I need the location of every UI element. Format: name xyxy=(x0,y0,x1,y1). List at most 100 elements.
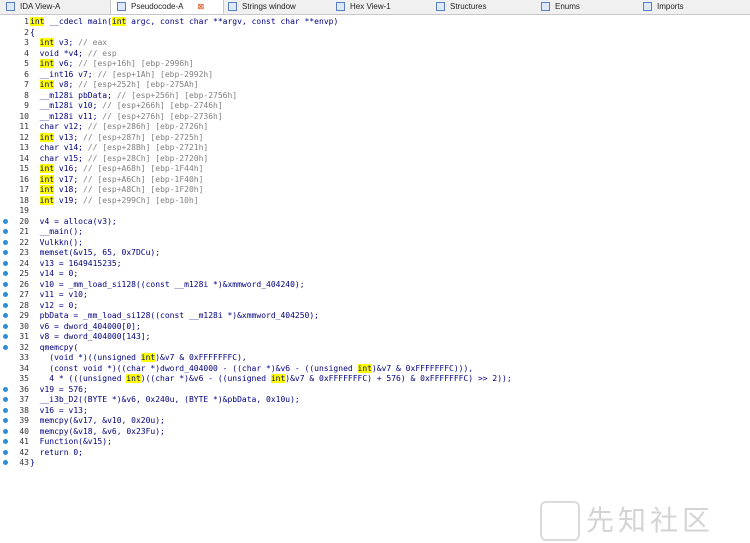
code-token: __m128i v10; xyxy=(30,101,103,110)
code-token: v10 = _mm_load_si128((const __m128i *)&x… xyxy=(30,279,305,289)
code-line[interactable]: int v19; // [esp+299Ch] [ebp-10h] xyxy=(30,195,199,205)
code-line[interactable]: v10 = _mm_load_si128((const __m128i *)&x… xyxy=(30,280,305,289)
breakpoint-dot-icon[interactable] xyxy=(3,439,8,444)
code-token: memcpy(&v17, &v10, 0x20u); xyxy=(30,416,165,425)
code-line[interactable]: int v18; // [esp+A8Ch] [ebp-1F20h] xyxy=(30,185,203,194)
breakpoint-dot-icon[interactable] xyxy=(3,449,8,455)
tab-imports[interactable]: Imports xyxy=(637,0,737,14)
line-number: 19 xyxy=(19,206,29,215)
line-number: 22 xyxy=(19,237,29,247)
code-line[interactable]: Vulkkn(); xyxy=(30,238,83,247)
keyword-token: int xyxy=(140,353,156,362)
keyword-token: int xyxy=(39,59,55,68)
code-line[interactable]: char v12; // [esp+286h] [ebp-2726h] xyxy=(30,122,209,131)
code-line[interactable]: v19 = 576; xyxy=(30,385,88,394)
code-line[interactable]: memset(&v15, 65, 0x7DCu); xyxy=(30,248,160,257)
line-number: 28 xyxy=(19,300,29,310)
tab-label: Strings window xyxy=(242,2,296,11)
code-line[interactable]: v16 = v13; xyxy=(30,406,88,415)
breakpoint-dot-icon[interactable] xyxy=(3,229,8,234)
line-number: 32 xyxy=(19,342,29,352)
code-line[interactable]: int v17; // [esp+A6Ch] [ebp-1F40h] xyxy=(30,174,203,184)
tab-pseudocode-a[interactable]: Pseudocode-A ⊠ xyxy=(110,0,224,14)
breakpoint-dot-icon[interactable] xyxy=(3,218,8,224)
code-line[interactable]: pbData = _mm_load_si128((const __m128i *… xyxy=(30,311,319,320)
code-line[interactable]: int v13; // [esp+287h] [ebp-2725h] xyxy=(30,132,203,142)
breakpoint-dot-icon[interactable] xyxy=(3,397,8,402)
line-number: 41 xyxy=(19,437,29,446)
code-line[interactable]: memcpy(&v17, &v10, 0x20u); xyxy=(30,416,165,425)
code-line[interactable]: v8 = dword_404000[143]; xyxy=(30,332,151,341)
code-line[interactable]: int v3; // eax xyxy=(30,38,107,47)
line-number: 40 xyxy=(19,426,29,436)
close-icon[interactable]: ⊠ xyxy=(197,0,204,14)
breakpoint-dot-icon[interactable] xyxy=(3,302,8,308)
code-line[interactable]: v11 = v10; xyxy=(30,290,88,299)
code-line[interactable]: __i3b_D2((BYTE *)&v6, 0x240u, (BYTE *)&p… xyxy=(30,395,300,404)
code-line[interactable]: v12 = 0; xyxy=(30,300,79,310)
breakpoint-dot-icon[interactable] xyxy=(3,386,8,392)
comment-token: // [esp+28Ch] [ebp-2720h] xyxy=(87,153,209,163)
code-line[interactable]: v14 = 0; xyxy=(30,269,79,278)
code-line[interactable]: v4 = alloca(v3); xyxy=(30,217,117,226)
code-token: memset(&v15, 65, 0x7DCu); xyxy=(30,248,161,257)
code-line[interactable]: memcpy(&v18, &v6, 0x23Fu); xyxy=(30,427,165,436)
code-line[interactable]: v6 = dword_404000[0]; xyxy=(30,322,141,331)
comment-token: // [esp+1Ah] [ebp-2992h] xyxy=(97,69,214,79)
breakpoint-dot-icon[interactable] xyxy=(3,323,8,329)
breakpoint-dot-icon[interactable] xyxy=(3,260,8,266)
breakpoint-dot-icon[interactable] xyxy=(3,334,8,339)
keyword-token: int xyxy=(111,17,127,26)
imports-icon xyxy=(643,2,652,12)
watermark-logo-icon xyxy=(540,501,580,541)
code-line[interactable]: int v16; // [esp+A68h] [ebp-1F44h] xyxy=(30,164,203,173)
code-line[interactable]: } xyxy=(30,458,35,467)
code-line[interactable]: Function(&v15); xyxy=(30,437,112,446)
code-line[interactable]: (const void *)((char *)dword_404000 - ((… xyxy=(30,363,473,373)
code-line[interactable]: int v6; // [esp+16h] [ebp-2996h] xyxy=(30,59,194,68)
keyword-token: int xyxy=(30,17,45,26)
tab-strings-window[interactable]: Strings window xyxy=(222,0,330,14)
code-line[interactable]: qmemcpy( xyxy=(30,343,79,352)
code-line[interactable]: __m128i pbData; // [esp+256h] [ebp-2756h… xyxy=(30,90,238,100)
comment-token: // [esp+A68h] [ebp-1F44h] xyxy=(83,164,204,173)
code-line[interactable]: int v8; // [esp+252h] [ebp-275Ah] xyxy=(30,80,199,89)
code-token: v16; xyxy=(54,164,83,173)
breakpoint-dot-icon[interactable] xyxy=(3,418,8,423)
breakpoint-dot-icon[interactable] xyxy=(3,271,8,276)
code-token: v12 = 0; xyxy=(30,300,79,310)
breakpoint-dot-icon[interactable] xyxy=(3,344,8,350)
code-line[interactable]: int __cdecl main(int argc, const char **… xyxy=(30,17,338,26)
tab-hex-view-1[interactable]: Hex View-1 xyxy=(330,0,430,14)
code-line[interactable]: __int16 v7; // [esp+1Ah] [ebp-2992h] xyxy=(30,70,213,79)
breakpoint-dot-icon[interactable] xyxy=(3,250,8,255)
code-line[interactable]: __main(); xyxy=(30,227,83,236)
code-line[interactable]: __m128i v11; // [esp+276h] [ebp-2736h] xyxy=(30,112,223,121)
tab-ida-view-a[interactable]: IDA View-A xyxy=(0,0,108,14)
code-line[interactable]: __m128i v10; // [esp+266h] [ebp-2746h] xyxy=(30,101,223,110)
breakpoint-dot-icon[interactable] xyxy=(3,281,8,287)
line-number: 21 xyxy=(19,227,29,236)
code-line[interactable]: return 0; xyxy=(30,448,83,457)
code-line[interactable]: void *v4; // esp xyxy=(30,49,117,58)
breakpoint-dot-icon[interactable] xyxy=(3,428,8,434)
code-line[interactable]: char v14; // [esp+28Bh] [ebp-2721h] xyxy=(30,143,209,152)
code-line[interactable]: { xyxy=(30,28,35,37)
tab-structures[interactable]: Structures xyxy=(430,0,535,14)
code-token: __cdecl main( xyxy=(44,17,112,26)
breakpoint-dot-icon[interactable] xyxy=(3,460,8,465)
code-line[interactable]: 4 * (((unsigned int)((char *)&v6 - ((uns… xyxy=(30,374,512,383)
code-line[interactable]: char v15; // [esp+28Ch] [ebp-2720h] xyxy=(30,153,209,163)
breakpoint-dot-icon[interactable] xyxy=(3,239,8,245)
pseudocode-editor[interactable]: 1 int __cdecl main(int argc, const char *… xyxy=(0,15,750,543)
breakpoint-dot-icon[interactable] xyxy=(3,313,8,318)
code-line[interactable]: (void *)((unsigned int)&v7 & 0xFFFFFFFC)… xyxy=(30,353,247,362)
breakpoint-dot-icon[interactable] xyxy=(3,292,8,297)
comment-token: // [esp+256h] [ebp-2756h] xyxy=(116,90,238,100)
breakpoint-dot-icon[interactable] xyxy=(3,407,8,413)
code-line[interactable]: v13 = 1649415235; xyxy=(30,259,122,268)
code-token: v11 = v10; xyxy=(30,290,88,299)
tab-enums[interactable]: Enums xyxy=(535,0,630,14)
